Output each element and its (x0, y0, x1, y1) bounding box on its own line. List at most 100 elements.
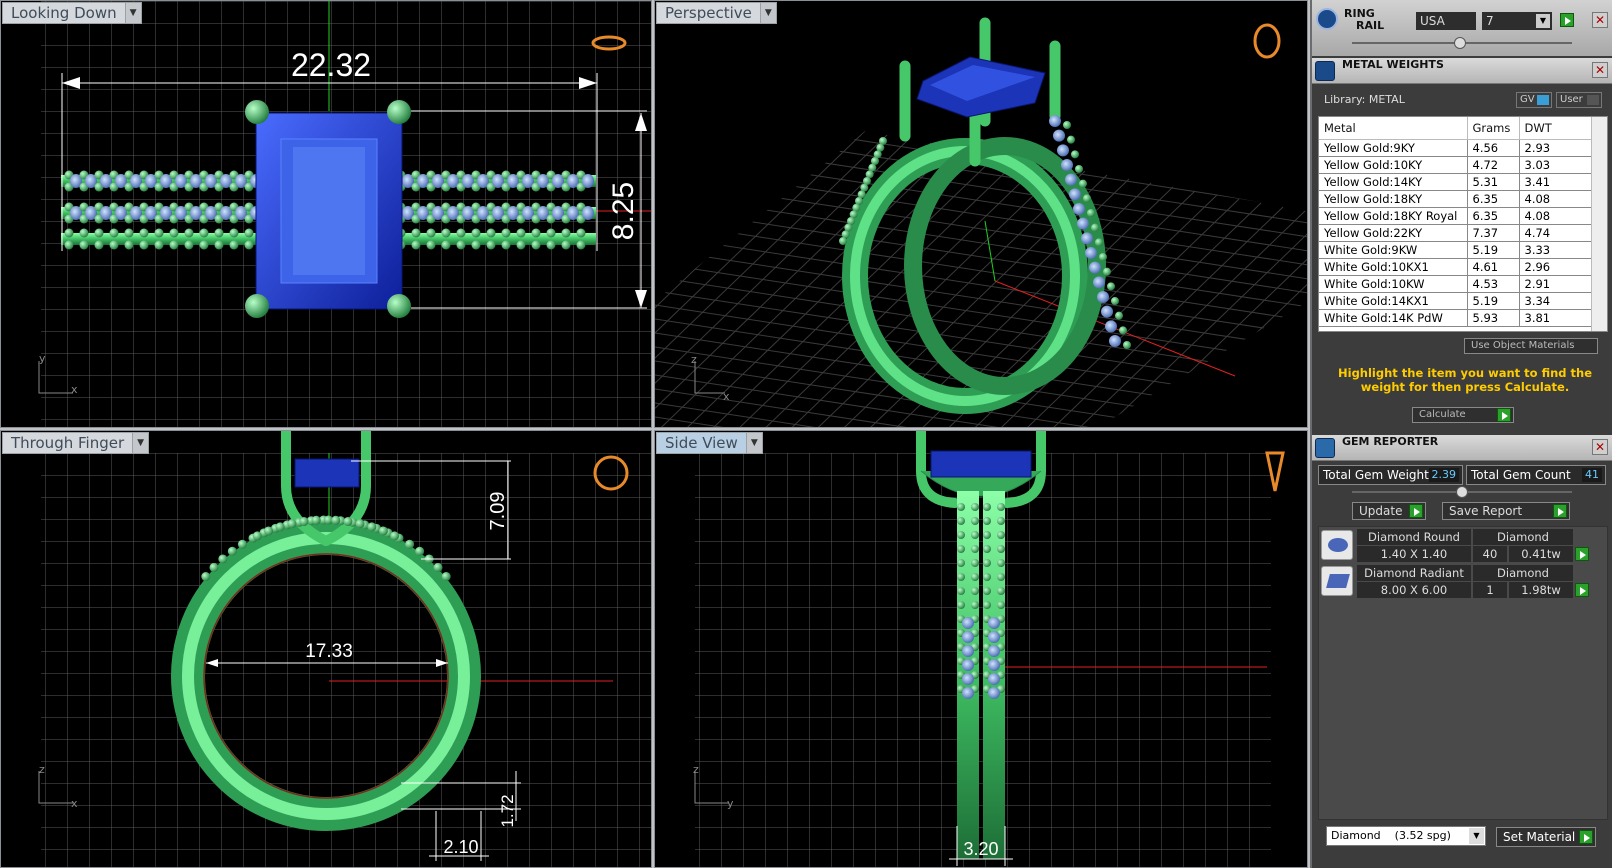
gem-weight: 1.98tw (1509, 582, 1573, 598)
cell-metal: White Gold:14K PdW (1319, 309, 1468, 327)
table-scrollbar[interactable] (1591, 117, 1607, 331)
gem-material: Diamond (1473, 529, 1573, 545)
axis-y-label: y (39, 352, 46, 365)
table-row[interactable]: White Gold:10KX1 4.61 2.96 (1319, 258, 1593, 276)
column-header-dwt[interactable]: DWT (1519, 117, 1593, 140)
close-icon[interactable]: ✕ (1592, 62, 1608, 78)
calculate-button[interactable]: Calculate (1412, 407, 1514, 423)
chevron-down-icon[interactable]: ▼ (1536, 14, 1550, 28)
viewport-label: Looking Down (11, 4, 117, 22)
save-report-label: Save Report (1449, 504, 1523, 518)
table-row[interactable]: Yellow Gold:9KY 4.56 2.93 (1319, 139, 1593, 157)
cell-metal: Yellow Gold:22KY (1319, 224, 1468, 242)
gem-row[interactable]: Diamond Round Diamond 1.40 X 1.40 40 0.41tw (1319, 529, 1607, 563)
size-value: 7 (1486, 14, 1494, 28)
play-icon (1497, 408, 1511, 422)
cell-grams: 7.37 (1467, 224, 1520, 242)
chevron-down-icon[interactable]: ▼ (124, 3, 141, 23)
column-header-grams[interactable]: Grams (1467, 117, 1520, 140)
table-row[interactable]: Yellow Gold:22KY 7.37 4.74 (1319, 224, 1593, 242)
gem-size: 1.40 X 1.40 (1357, 546, 1471, 562)
total-count-label: Total Gem Count (1471, 468, 1571, 482)
dim-shank-width: 2.10 (443, 837, 478, 857)
cell-grams: 4.56 (1467, 139, 1520, 157)
column-header-metal[interactable]: Metal (1319, 117, 1468, 140)
chevron-down-icon[interactable]: ▼ (1469, 828, 1484, 844)
viewport-tab-looking-down[interactable]: Looking Down ▼ (2, 2, 142, 24)
gem-row-go-button[interactable] (1575, 547, 1589, 561)
cell-dwt: 3.03 (1519, 156, 1593, 174)
table-row[interactable]: White Gold:14KX1 5.19 3.34 (1319, 292, 1593, 310)
cell-dwt: 3.41 (1519, 173, 1593, 191)
viewport-side-view[interactable]: 3.20 z y Side View ▼ (654, 430, 1308, 868)
table-row[interactable]: Yellow Gold:18KY 6.35 4.08 (1319, 190, 1593, 208)
table-row[interactable]: Yellow Gold:14KY 5.31 3.41 (1319, 173, 1593, 191)
use-object-materials-button[interactable]: Use Object Materials (1464, 338, 1598, 354)
ring-rail-icon (1316, 8, 1338, 30)
cell-grams: 6.35 (1467, 207, 1520, 225)
slider-handle[interactable] (1456, 486, 1468, 498)
gem-row-go-button[interactable] (1575, 583, 1589, 597)
cell-dwt: 3.81 (1519, 309, 1593, 327)
gem-row[interactable]: Diamond Radiant Diamond 8.00 X 6.00 1 1.98tw (1319, 565, 1607, 599)
close-icon[interactable]: ✕ (1592, 439, 1608, 455)
table-row[interactable]: White Gold:9KW 5.19 3.33 (1319, 241, 1593, 259)
total-weight-value: 2.39 (1428, 468, 1459, 482)
cell-grams: 5.31 (1467, 173, 1520, 191)
panel-title: GEM REPORTER (1342, 435, 1439, 448)
viewport-label: Side View (665, 434, 738, 452)
perspective-canvas: z x (655, 17, 1307, 427)
slider-handle[interactable] (1454, 37, 1466, 49)
gv-toggle[interactable]: GV (1516, 92, 1552, 108)
cell-dwt: 3.34 (1519, 292, 1593, 310)
viewport-looking-down[interactable]: 22.32 8.25 y x Looking Down ▼ (0, 0, 652, 428)
material-select[interactable]: Diamond (3.52 spg) ▼ (1326, 826, 1486, 846)
gem-reporter-header[interactable]: GEM REPORTER ✕ (1312, 435, 1612, 461)
size-select[interactable]: 7 ▼ (1482, 12, 1552, 30)
chevron-down-icon[interactable]: ▼ (745, 433, 762, 453)
ring-rail-go-button[interactable] (1560, 13, 1574, 27)
table-row[interactable]: Yellow Gold:10KY 4.72 3.03 (1319, 156, 1593, 174)
side-view-canvas: 3.20 z y (693, 431, 1285, 867)
cell-metal: White Gold:9KW (1319, 241, 1468, 259)
viewport-tab-through-finger[interactable]: Through Finger ▼ (2, 432, 150, 454)
ring-nav-icon[interactable] (1253, 23, 1281, 59)
cell-dwt: 3.33 (1519, 241, 1593, 259)
cell-grams: 4.61 (1467, 258, 1520, 276)
viewport-through-finger[interactable]: 7.09 17.33 1.72 2.10 z x Through Finger ▼ (0, 430, 652, 868)
dim-head-height: 7.09 (487, 492, 509, 531)
axis-x-label: x (71, 383, 78, 396)
viewport-tab-perspective[interactable]: Perspective ▼ (656, 2, 777, 24)
table-row[interactable]: White Gold:14K PdW 5.93 3.81 (1319, 309, 1593, 327)
update-label: Update (1359, 504, 1403, 518)
metal-weights-icon (1315, 61, 1335, 81)
dim-width-label: 22.32 (291, 47, 371, 83)
set-material-button[interactable]: Set Material (1496, 827, 1596, 847)
gem-size: 8.00 X 6.00 (1357, 582, 1471, 598)
set-material-label: Set Material (1503, 830, 1576, 844)
table-row[interactable]: Yellow Gold:18KY Royal 6.35 4.08 (1319, 207, 1593, 225)
metal-weights-table[interactable]: Metal Grams DWT Yellow Gold:9KY 4.56 2.93 Y… (1318, 116, 1608, 332)
cell-metal: Yellow Gold:18KY Royal (1319, 207, 1468, 225)
gem-list: Diamond Round Diamond 1.40 X 1.40 40 0.41tw D… (1318, 526, 1608, 820)
chevron-down-icon[interactable]: ▼ (759, 3, 776, 23)
country-select[interactable]: USA (1416, 12, 1476, 30)
cell-metal: Yellow Gold:10KY (1319, 156, 1468, 174)
metal-weights-header[interactable]: METAL WEIGHTS ✕ (1312, 58, 1612, 84)
user-label: User (1560, 94, 1583, 105)
dim-inner-diameter: 17.33 (305, 641, 353, 662)
table-row[interactable]: White Gold:10KW 4.53 2.91 (1319, 275, 1593, 293)
update-button[interactable]: Update (1352, 502, 1426, 520)
axis-z-label: z (693, 763, 699, 776)
user-toggle[interactable]: User (1556, 92, 1602, 108)
cell-metal: White Gold:14KX1 (1319, 292, 1468, 310)
save-report-button[interactable]: Save Report (1442, 502, 1570, 520)
viewport-tab-side-view[interactable]: Side View ▼ (656, 432, 763, 454)
chevron-down-icon[interactable]: ▼ (132, 433, 149, 453)
close-icon[interactable]: ✕ (1592, 12, 1608, 28)
total-count-value: 41 (1582, 468, 1602, 482)
play-icon (1579, 830, 1593, 844)
cell-grams: 5.19 (1467, 292, 1520, 310)
cell-metal: White Gold:10KW (1319, 275, 1468, 293)
viewport-perspective[interactable]: z x Perspective ▼ (654, 0, 1308, 428)
